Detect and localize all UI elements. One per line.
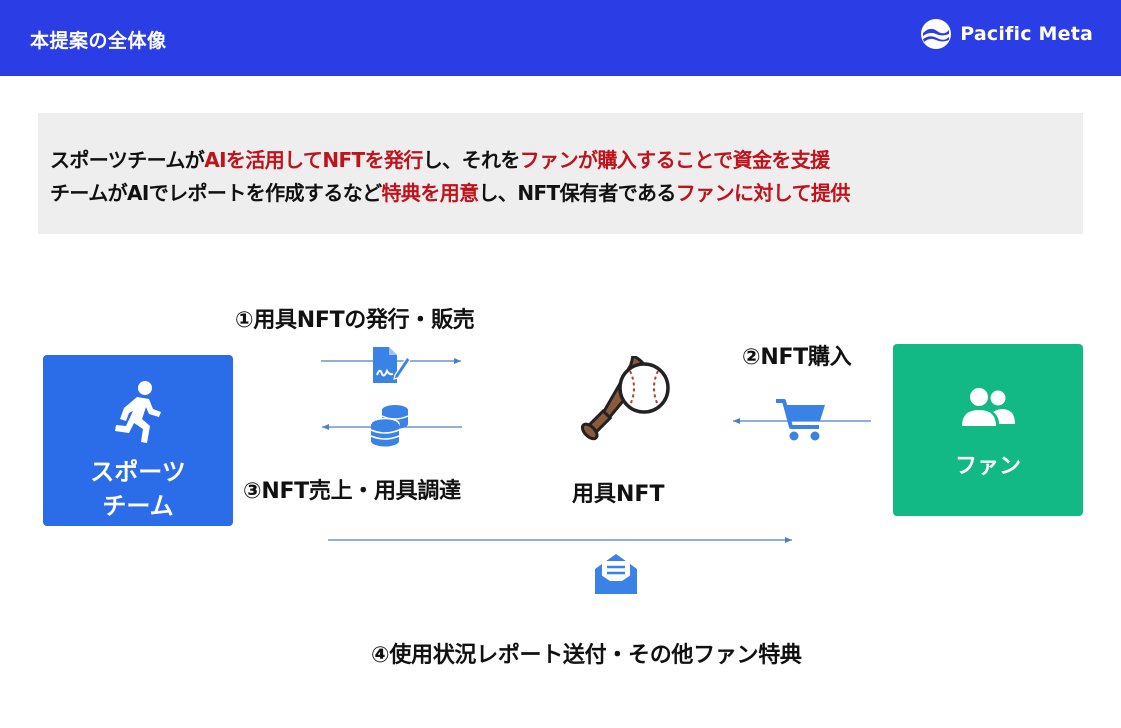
summary-highlight: ファンが購入することで資金を支援 (519, 148, 830, 172)
coins-stack-icon (370, 405, 409, 447)
pacific-meta-logo-icon (921, 19, 952, 49)
fan-label: ファン (954, 454, 1021, 479)
summary-text: し、NFT保有者である (478, 181, 677, 205)
sports-team-label: スポーツ チーム (90, 455, 186, 523)
summary-text: スポーツチームが (50, 148, 205, 172)
summary-highlight: AIを活用してNFTを発行 (204, 148, 423, 172)
summary-line-2: チームがAIでレポートを作成するなど特典を用意し、NFT保有者であるファンに対し… (50, 177, 850, 206)
page-title: 本提案の全体像 (30, 30, 167, 52)
summary-highlight: 特典を用意 (381, 181, 480, 205)
envelope-open-text-icon (595, 554, 637, 594)
summary-text: し、それを (422, 148, 521, 172)
summary-line-1: スポーツチームがAIを活用してNFTを発行し、それをファンが購入することで資金を… (50, 144, 830, 173)
brand-name: Pacific Meta (960, 23, 1093, 45)
summary-text: チームがAIでレポートを作成するなど (50, 181, 382, 205)
sports-team-label-line1: スポーツ (90, 458, 186, 486)
step3-label: ③NFT売上・用具調達 (243, 479, 461, 504)
sports-team-box: スポーツ チーム (43, 355, 233, 526)
users-icon (962, 388, 1015, 426)
nft-label: 用具NFT (572, 482, 665, 507)
summary-box: スポーツチームがAIを活用してNFTを発行し、それをファンが購入することで資金を… (38, 113, 1083, 234)
step2-label: ②NFT購入 (742, 345, 852, 370)
shopping-cart-icon (776, 399, 825, 441)
sports-team-label-line2: チーム (102, 492, 174, 520)
brand: Pacific Meta (920, 18, 1093, 50)
header-bar: 本提案の全体像 Pacific Meta (0, 0, 1121, 76)
summary-highlight: ファンに対して提供 (675, 181, 851, 205)
step4-label: ④使用状況レポート送付・その他ファン特典 (371, 643, 802, 668)
fan-box: ファン (893, 344, 1083, 516)
file-signature-icon (373, 347, 411, 383)
step1-label: ①用具NFTの発行・販売 (235, 308, 475, 333)
running-person-icon (115, 381, 161, 443)
baseball-bat-ball-icon (580, 356, 670, 441)
